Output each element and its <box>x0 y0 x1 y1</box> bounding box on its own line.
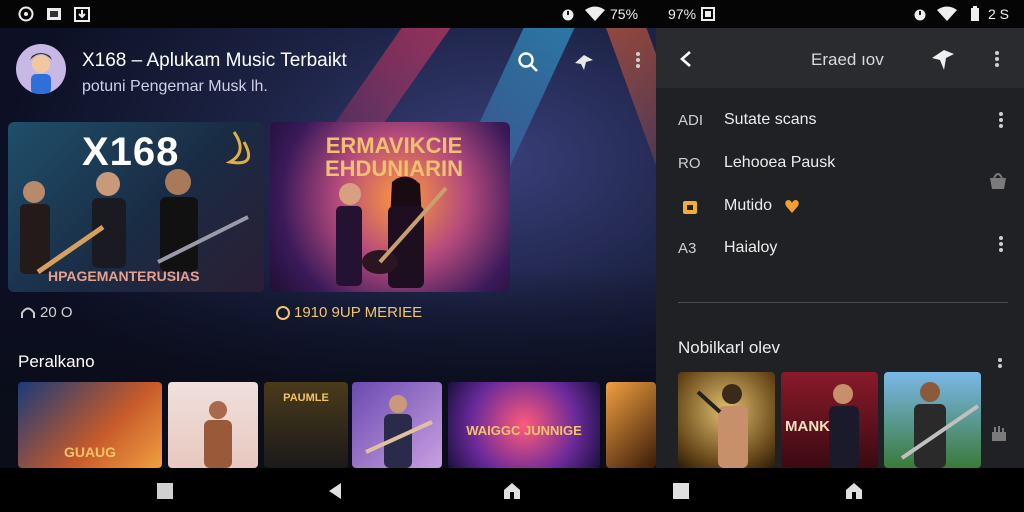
album-title: GUAUG <box>63 444 117 460</box>
album-thumb[interactable]: MANK <box>781 372 878 468</box>
side-panel-title: Eraed ıov <box>811 50 884 69</box>
divider <box>678 302 1008 303</box>
more-options-icon[interactable] <box>998 358 1002 370</box>
row-number: RO <box>678 155 701 172</box>
battery-icon <box>971 6 979 21</box>
more-options-icon[interactable] <box>999 236 1003 252</box>
home-icon[interactable] <box>844 482 864 500</box>
guitarist-image <box>900 382 980 468</box>
main-panel: X168 – Aplukam Music Terbaikt potuni Pen… <box>0 28 656 468</box>
guitarist-image <box>365 395 433 468</box>
side-panel: Eraed ıov ADI Sutate scans RO Lehooea Pa… <box>656 28 1024 468</box>
more-options-icon[interactable] <box>995 51 999 67</box>
featured-title: ERMAVIKCIE EHDUNIARIN <box>324 133 464 182</box>
featured-stat: 1910 9UP MERIEE <box>294 304 423 321</box>
album-title: MANK <box>785 418 830 435</box>
share-icon[interactable] <box>990 424 1008 442</box>
featured-card[interactable]: X168 HPAGEMANTERUSIAS <box>8 122 264 292</box>
menu-item-label[interactable]: Mutido <box>724 197 772 215</box>
shopping-bag-icon[interactable] <box>988 172 1008 190</box>
album-thumb[interactable]: PAUMLE <box>264 382 348 468</box>
avatar-icon <box>30 53 52 94</box>
alarm-icon <box>562 9 574 21</box>
back-arrow-icon[interactable] <box>678 50 696 68</box>
battery-right-text: 2 S <box>988 6 1010 22</box>
app-title: X168 – Aplukam Music Terbaikt <box>82 50 347 71</box>
more-options-icon[interactable] <box>636 52 640 68</box>
wifi-icon <box>937 6 957 21</box>
gallery-icon <box>701 7 715 21</box>
navigation-bar <box>0 468 1024 512</box>
more-options-icon[interactable] <box>999 112 1003 128</box>
menu-item-label[interactable]: Haialoy <box>724 239 777 257</box>
heart-icon <box>785 200 799 213</box>
app-subtitle: potuni Pengemar Musk lh. <box>82 78 268 95</box>
battery-left-text: 75% <box>610 6 639 22</box>
side-section-title: Nobilkarl olev <box>678 338 781 357</box>
avatar[interactable] <box>16 44 66 94</box>
row-number: ADI <box>678 112 704 129</box>
search-icon[interactable] <box>516 50 540 74</box>
featured-stat: 20 O <box>40 304 73 321</box>
album-thumb[interactable] <box>678 372 775 468</box>
album-title: PAUMLE <box>283 392 329 404</box>
home-icon[interactable] <box>502 482 522 500</box>
alarm-icon <box>914 9 926 21</box>
wifi-icon <box>585 6 605 21</box>
back-icon[interactable] <box>326 482 344 500</box>
album-thumb[interactable] <box>352 382 442 468</box>
menu-item-label[interactable]: Lehooea Pausk <box>724 154 835 172</box>
recents-icon[interactable] <box>672 482 690 500</box>
stage-light <box>601 28 656 241</box>
album-thumb[interactable] <box>606 382 656 468</box>
album-thumb[interactable] <box>884 372 981 468</box>
lock-icon <box>683 201 697 214</box>
featured-footer: HPAGEMANTERUSIAS <box>48 268 200 284</box>
artist-image <box>204 401 232 468</box>
gallery-icon <box>47 8 61 20</box>
featured-title: X168 <box>82 130 180 174</box>
play-count-icon <box>276 306 290 320</box>
cast-icon[interactable] <box>930 48 956 72</box>
album-thumb[interactable] <box>168 382 258 468</box>
settings-icon <box>18 6 34 22</box>
recents-icon[interactable] <box>156 482 174 500</box>
status-bar: 75% 97% 2 S <box>0 0 1024 28</box>
menu-item-label[interactable]: Sutate scans <box>724 111 817 129</box>
album-title: WAIGGC JUNNIGE <box>466 423 582 438</box>
album-thumb[interactable]: WAIGGC JUNNIGE <box>448 382 600 468</box>
album-thumb[interactable]: GUAUG <box>18 382 162 468</box>
featured-card[interactable]: ERMAVIKCIE EHDUNIARIN <box>270 122 510 292</box>
battery-mid-text: 97% <box>668 6 697 22</box>
singer-image <box>696 384 748 468</box>
download-icon <box>74 7 90 22</box>
headphones-icon <box>21 307 35 318</box>
section-title: Peralkano <box>18 352 95 371</box>
cast-icon[interactable] <box>572 50 596 74</box>
row-number: A3 <box>678 240 697 257</box>
